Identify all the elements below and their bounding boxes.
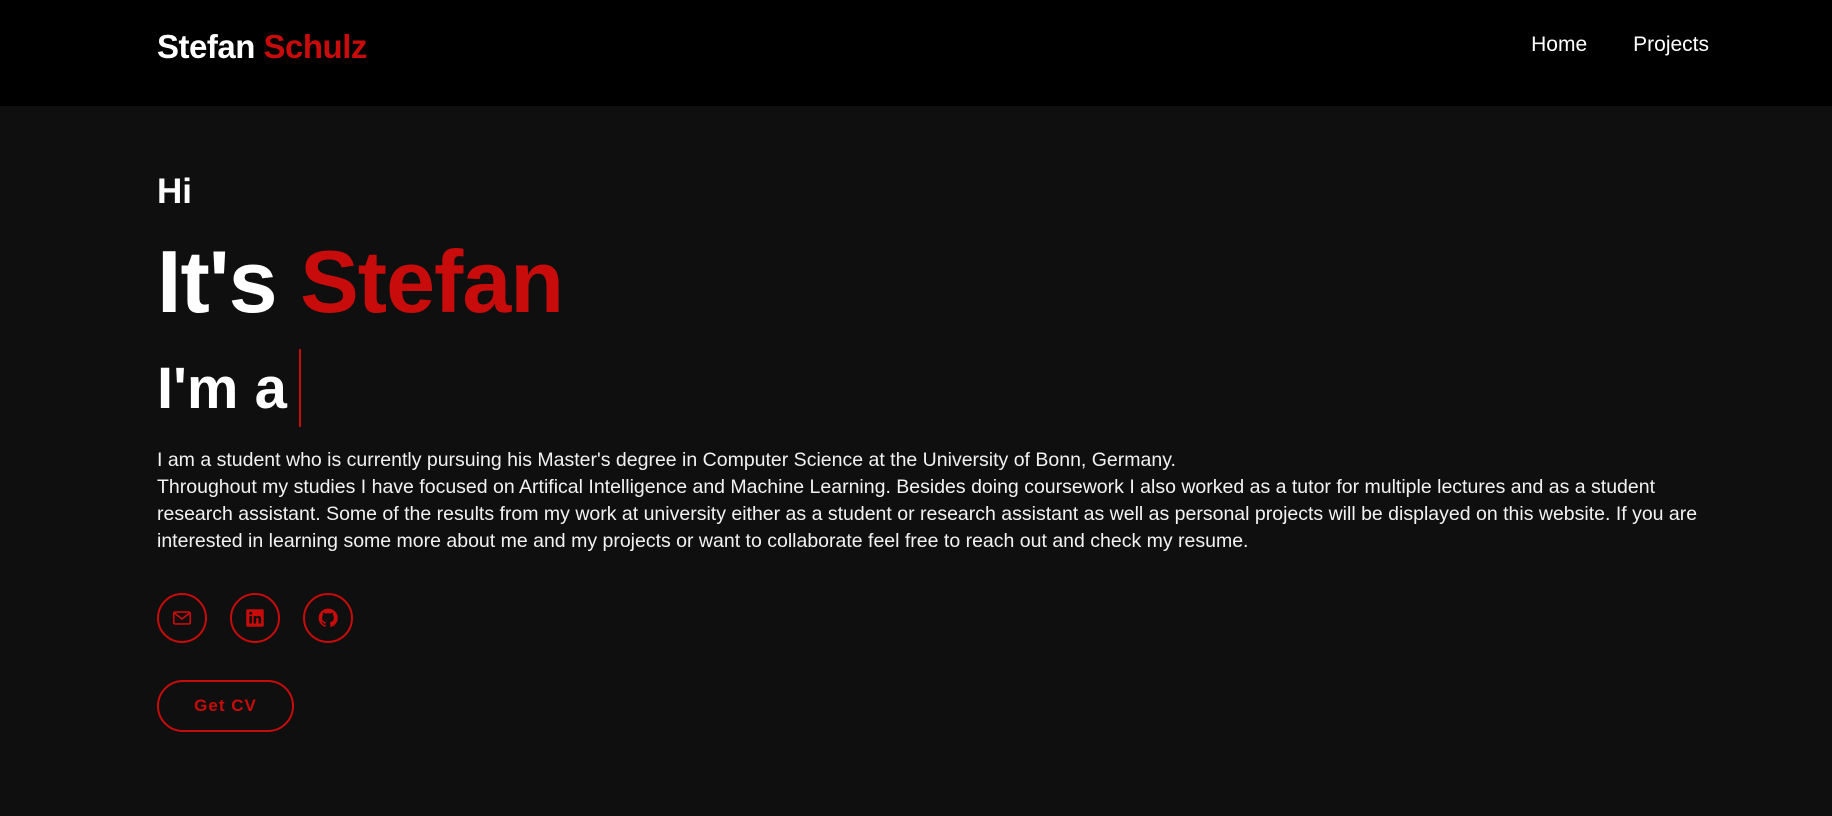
headline-name: Stefan <box>300 232 564 331</box>
greeting: Hi <box>157 172 192 211</box>
social-links <box>157 593 353 643</box>
brand-logo[interactable]: Stefan Schulz <box>157 28 367 66</box>
nav-projects-link[interactable]: Projects <box>1633 33 1709 57</box>
bio-text: I am a student who is currently pursuing… <box>157 447 1717 555</box>
brand-last-name: Schulz <box>263 28 368 65</box>
headline-prefix: It's <box>157 232 278 331</box>
role-typewriter: I'm a <box>157 348 301 428</box>
brand-first-name: Stefan <box>157 28 255 65</box>
bio-line: Throughout my studies I have focused on … <box>157 476 1698 552</box>
get-cv-button[interactable]: Get CV <box>157 680 294 732</box>
bio-line: I am a student who is currently pursuing… <box>157 449 1176 471</box>
linkedin-icon <box>246 609 264 627</box>
typing-cursor <box>298 349 301 427</box>
email-link-button[interactable] <box>157 593 207 643</box>
linkedin-link-button[interactable] <box>230 593 280 643</box>
main-nav: Home Projects <box>1531 33 1709 57</box>
nav-home-link[interactable]: Home <box>1531 33 1587 57</box>
github-link-button[interactable] <box>303 593 353 643</box>
role-prefix: I'm a <box>157 355 287 421</box>
mail-icon <box>172 611 192 625</box>
github-icon <box>318 608 338 628</box>
top-navbar: Stefan Schulz Home Projects <box>0 0 1832 106</box>
hero-headline: It's Stefan <box>157 232 564 331</box>
